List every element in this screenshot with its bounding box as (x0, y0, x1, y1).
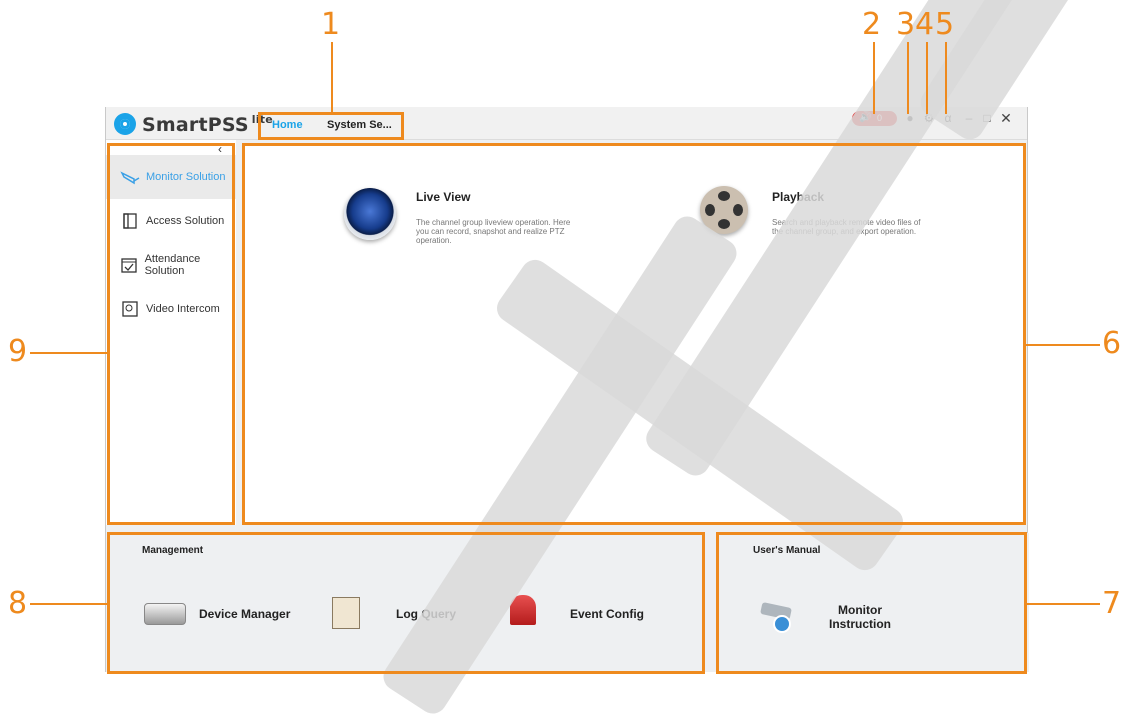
close-icon[interactable]: ✕ (999, 111, 1013, 125)
callout-line-5 (945, 42, 947, 114)
callout-number-6: 6 (1102, 326, 1122, 361)
callout-number-7: 7 (1102, 586, 1122, 621)
callout-line-8 (30, 603, 107, 605)
app-brand: SmartPSS lite (142, 113, 273, 136)
callout-line-2 (873, 42, 875, 114)
callout-line-7 (1026, 603, 1100, 605)
callout-number-5: 5 (935, 7, 955, 42)
callout-number-4: 4 (915, 7, 935, 42)
callout-line-4 (926, 42, 928, 114)
callout-box-tabs (258, 112, 404, 140)
callout-box-management (107, 532, 705, 674)
callout-number-3: 3 (896, 7, 916, 42)
brand-name: SmartPSS (142, 114, 249, 136)
callout-line-3 (907, 42, 909, 114)
callout-line-1 (331, 42, 333, 112)
callout-box-sidebar (107, 143, 235, 525)
callout-number-2: 2 (862, 7, 882, 42)
callout-box-manual (716, 532, 1027, 674)
callout-line-9 (30, 352, 107, 354)
callout-box-main (242, 143, 1026, 525)
callout-number-1: 1 (321, 7, 341, 42)
callout-line-6 (1026, 344, 1100, 346)
callout-number-8: 8 (8, 586, 28, 621)
callout-number-9: 9 (8, 334, 28, 369)
app-logo-icon (114, 113, 136, 135)
